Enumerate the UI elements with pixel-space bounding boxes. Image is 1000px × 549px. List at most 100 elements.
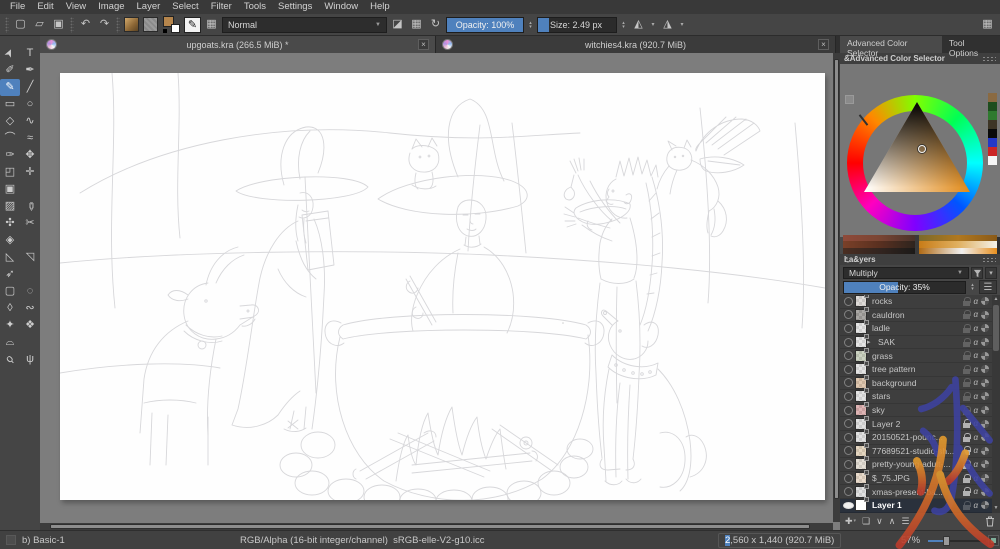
lock-icon[interactable] bbox=[963, 487, 972, 497]
layer-name[interactable]: ladle bbox=[867, 323, 963, 333]
visibility-icon[interactable] bbox=[842, 351, 855, 360]
lock-icon[interactable] bbox=[963, 446, 972, 456]
inherit-alpha-icon[interactable] bbox=[981, 433, 989, 442]
selector-settings-icon[interactable] bbox=[845, 95, 854, 104]
preserve-alpha-button[interactable]: ▦ bbox=[408, 16, 425, 33]
layer-opacity-spinner[interactable]: ▴ ▾ bbox=[968, 279, 977, 295]
alpha-lock-icon[interactable]: α bbox=[973, 433, 978, 442]
visibility-icon[interactable] bbox=[842, 446, 855, 455]
layer-thumbnail[interactable] bbox=[855, 361, 869, 376]
polyline-tool[interactable]: ∿ bbox=[20, 113, 40, 130]
layer-filter-dropdown[interactable]: ▾ bbox=[985, 267, 997, 279]
layer-name[interactable]: rocks bbox=[867, 296, 963, 306]
mirror-horizontal-button[interactable]: ◭ bbox=[630, 16, 647, 33]
history-swatch[interactable] bbox=[988, 138, 997, 147]
layer-name[interactable]: xmas-present-ba... bbox=[867, 487, 963, 497]
mirror-vertical-dropdown[interactable]: ▾ bbox=[678, 16, 686, 33]
layer-filter-button[interactable] bbox=[971, 267, 983, 279]
alpha-lock-icon[interactable]: α bbox=[973, 487, 978, 496]
polygon-tool[interactable]: ◇ bbox=[0, 113, 20, 130]
spin-down-icon[interactable]: ▾ bbox=[619, 24, 628, 29]
smart-patch-tool[interactable]: ✣ bbox=[0, 215, 20, 232]
layer-thumbnail[interactable] bbox=[855, 483, 869, 498]
alpha-lock-icon[interactable]: α bbox=[973, 419, 978, 428]
menu-filter[interactable]: Filter bbox=[205, 0, 238, 14]
choose-workspace-button[interactable]: ▦ bbox=[979, 16, 996, 33]
add-layer-button[interactable]: ✚ ▾ bbox=[845, 517, 856, 526]
move-layer-up-button[interactable]: ∧ bbox=[889, 517, 896, 526]
lock-icon[interactable] bbox=[963, 405, 972, 415]
lock-icon[interactable] bbox=[963, 391, 972, 401]
current-brush-preset[interactable]: b) Basic-1 bbox=[22, 535, 240, 546]
layer-thumbnail[interactable] bbox=[855, 415, 869, 430]
tab-advanced-color-selector[interactable]: Advanced Color Selector bbox=[840, 36, 942, 58]
alpha-lock-icon[interactable]: α bbox=[973, 365, 978, 374]
close-tab-button[interactable]: × bbox=[818, 39, 829, 50]
spin-down-icon[interactable]: ▾ bbox=[526, 24, 535, 29]
visibility-icon[interactable] bbox=[842, 338, 855, 347]
history-swatch[interactable] bbox=[988, 129, 997, 138]
freehand-brush-tool[interactable]: ✎ bbox=[0, 79, 20, 96]
history-swatch[interactable] bbox=[988, 120, 997, 129]
inherit-alpha-icon[interactable] bbox=[981, 310, 989, 319]
open-document-button[interactable]: ▱ bbox=[31, 16, 48, 33]
colorize-mask-tool[interactable]: ✂ bbox=[20, 215, 40, 232]
lock-icon[interactable] bbox=[963, 500, 972, 510]
background-color-swatch[interactable] bbox=[171, 24, 180, 33]
layer-name[interactable]: 20150521-pounc... bbox=[867, 432, 963, 442]
layer-row-layer1[interactable]: ▸ Layer 1 α bbox=[840, 497, 1000, 513]
layer-thumbnail[interactable] bbox=[855, 402, 869, 417]
advanced-color-selector[interactable]: ↻ bbox=[840, 64, 1000, 265]
alpha-lock-icon[interactable]: α bbox=[973, 474, 978, 483]
menu-settings[interactable]: Settings bbox=[272, 0, 318, 14]
layer-name[interactable]: $_75.JPG bbox=[867, 473, 963, 483]
layer-name[interactable]: sky bbox=[867, 405, 963, 415]
image-size-field[interactable]: 2 ,560 x 1,440 (920.7 MiB) bbox=[718, 533, 842, 548]
inherit-alpha-icon[interactable] bbox=[981, 419, 989, 428]
lock-icon[interactable] bbox=[963, 419, 972, 429]
lock-icon[interactable] bbox=[963, 364, 972, 374]
inherit-alpha-icon[interactable] bbox=[981, 324, 989, 333]
menu-help[interactable]: Help bbox=[364, 0, 396, 14]
alpha-lock-icon[interactable]: α bbox=[973, 392, 978, 401]
alpha-lock-icon[interactable]: α bbox=[973, 324, 978, 333]
foreground-background-colors[interactable] bbox=[163, 16, 180, 33]
scroll-down-icon[interactable]: ▼ bbox=[992, 504, 1000, 513]
layer-thumbnail[interactable] bbox=[855, 347, 869, 362]
reload-preset-button[interactable]: ↻ bbox=[427, 16, 444, 33]
swap-colors-icon[interactable] bbox=[163, 29, 167, 33]
inherit-alpha-icon[interactable] bbox=[981, 501, 989, 510]
layer-thumbnail[interactable] bbox=[855, 320, 869, 335]
alpha-lock-icon[interactable]: α bbox=[973, 297, 978, 306]
zoom-slider-thumb[interactable] bbox=[943, 536, 950, 546]
alpha-lock-icon[interactable]: α bbox=[973, 338, 978, 347]
assistants-tool[interactable]: ◺ bbox=[0, 249, 20, 266]
move-layer-down-button[interactable]: ∨ bbox=[876, 517, 883, 526]
layer-thumbnail[interactable] bbox=[855, 374, 869, 389]
color-cursor[interactable] bbox=[918, 145, 926, 153]
canvas-vertical-scrollbar[interactable] bbox=[833, 53, 840, 522]
visibility-icon[interactable] bbox=[842, 378, 855, 387]
zoom-fit-button[interactable] bbox=[988, 535, 999, 546]
inherit-alpha-icon[interactable] bbox=[981, 392, 989, 401]
visibility-icon[interactable] bbox=[842, 324, 855, 333]
tab-tool-options[interactable]: Tool Options bbox=[942, 36, 1000, 58]
menu-image[interactable]: Image bbox=[92, 0, 130, 14]
lock-icon[interactable] bbox=[963, 337, 972, 347]
shade-reset-icon[interactable]: ↻ bbox=[844, 255, 852, 266]
pan-tool[interactable]: ψ bbox=[20, 351, 40, 368]
inherit-alpha-icon[interactable] bbox=[981, 487, 989, 496]
document-tab-title[interactable]: upgoats.kra (266.5 MiB) * bbox=[57, 40, 418, 50]
layer-thumbnail[interactable] bbox=[855, 334, 869, 349]
visibility-icon[interactable] bbox=[842, 460, 855, 469]
close-tab-button[interactable]: × bbox=[418, 39, 429, 50]
layer-name[interactable]: cauldron bbox=[867, 310, 963, 320]
visibility-icon[interactable] bbox=[842, 392, 855, 401]
opacity-spinner[interactable]: ▴ ▾ bbox=[526, 17, 535, 33]
layer-name[interactable]: grass bbox=[867, 351, 963, 361]
inherit-alpha-icon[interactable] bbox=[981, 365, 989, 374]
lock-icon[interactable] bbox=[963, 378, 972, 388]
inherit-alpha-icon[interactable] bbox=[981, 474, 989, 483]
duplicate-layer-button[interactable]: ❏ bbox=[862, 517, 870, 526]
save-document-button[interactable]: ▣ bbox=[50, 16, 67, 33]
